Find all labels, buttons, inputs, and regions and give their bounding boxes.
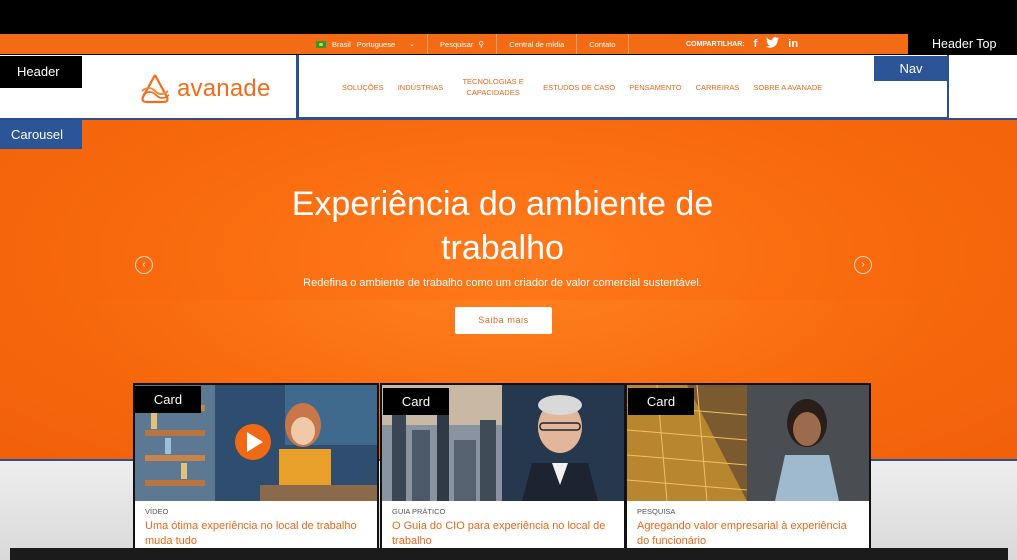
search-label: Pesquisar: [440, 39, 474, 49]
annotation-card-2: Card: [383, 388, 449, 415]
card-type: GUIA PRÁTICO: [392, 507, 446, 516]
hero-title: Experiência do ambiente de trabalho: [0, 182, 1005, 270]
annotation-card-3: Card: [628, 388, 694, 415]
card-body: PESQUISA Agregando valor empresarial à e…: [627, 501, 869, 555]
linkedin-icon[interactable]: in: [788, 38, 798, 50]
language-label: Portuguese: [356, 39, 396, 49]
carousel-next-arrow-icon[interactable]: ›: [854, 256, 872, 274]
facebook-icon[interactable]: f: [754, 38, 758, 50]
contact-link[interactable]: Contato: [577, 34, 629, 54]
card-title[interactable]: Agregando valor empresarial à experiênci…: [637, 519, 859, 549]
region-label: Brasil: [332, 39, 351, 49]
share-bar: COMPARTILHAR: f in: [686, 34, 798, 54]
hero-title-line2: trabalho: [441, 229, 564, 267]
carousel-prev-arrow-icon[interactable]: ‹: [135, 256, 153, 274]
main-nav: SOLUÇÕES INDÚSTRIAS TECNOLOGIAS E CAPACI…: [342, 55, 836, 119]
header-top-bar: Brasil Portuguese ⌄ Pesquisar ⚲ Central …: [0, 34, 1017, 54]
nav-item-sobre[interactable]: SOBRE A AVANADE: [753, 82, 822, 93]
chevron-down-icon: ⌄: [409, 41, 416, 48]
media-center-link[interactable]: Central de mídia: [497, 34, 578, 54]
learn-more-button[interactable]: Saiba mais: [455, 307, 552, 334]
nav-item-estudos-de-caso[interactable]: ESTUDOS DE CASO: [543, 82, 615, 93]
search-icon: ⚲: [478, 39, 485, 49]
card-type: VÍDEO: [145, 507, 169, 516]
avanade-logo-mark-icon: [141, 74, 170, 104]
card-title[interactable]: O Guia do CIO para experiência no local …: [392, 519, 614, 549]
nav-item-tecnologias[interactable]: TECNOLOGIAS E CAPACIDADES: [457, 76, 529, 98]
card-title[interactable]: Uma ótima experiência no local de trabal…: [145, 519, 367, 549]
header-top-links: Brasil Portuguese ⌄ Pesquisar ⚲ Central …: [314, 34, 629, 54]
footer-dark-strip: [10, 548, 1008, 560]
annotation-card-1: Card: [135, 386, 201, 413]
card-type: PESQUISA: [637, 507, 676, 516]
hero-subtitle: Redefina o ambiente de trabalho como um …: [303, 277, 702, 289]
annotation-header: Header: [0, 56, 82, 88]
twitter-icon[interactable]: [766, 37, 780, 51]
nav-item-solucoes[interactable]: SOLUÇÕES: [342, 82, 384, 93]
brazil-flag-icon: [316, 40, 326, 48]
search-link[interactable]: Pesquisar ⚲: [428, 34, 498, 54]
annotation-nav: Nav: [874, 56, 948, 81]
contact-label: Contato: [589, 39, 616, 49]
annotation-header-top: Header Top: [908, 33, 1017, 55]
media-center-label: Central de mídia: [509, 39, 565, 49]
logo-wordmark: avanade: [177, 75, 271, 102]
annotation-carousel: Carousel: [0, 120, 82, 149]
nav-item-pensamento[interactable]: PENSAMENTO: [629, 82, 681, 93]
nav-item-carreiras[interactable]: CARREIRAS: [696, 82, 740, 93]
share-label: COMPARTILHAR:: [686, 40, 745, 48]
card-body: VÍDEO Uma ótima experiência no local de …: [135, 501, 377, 555]
avanade-logo[interactable]: avanade: [137, 72, 271, 106]
language-selector[interactable]: Brasil Portuguese ⌄: [314, 34, 429, 54]
hero-title-line1: Experiência do ambiente de: [291, 185, 714, 223]
nav-item-industrias[interactable]: INDÚSTRIAS: [398, 82, 443, 93]
card-body: GUIA PRÁTICO O Guia do CIO para experiên…: [382, 501, 624, 555]
site-header: avanade SOLUÇÕES INDÚSTRIAS TECNOLOGIAS …: [0, 55, 1017, 120]
